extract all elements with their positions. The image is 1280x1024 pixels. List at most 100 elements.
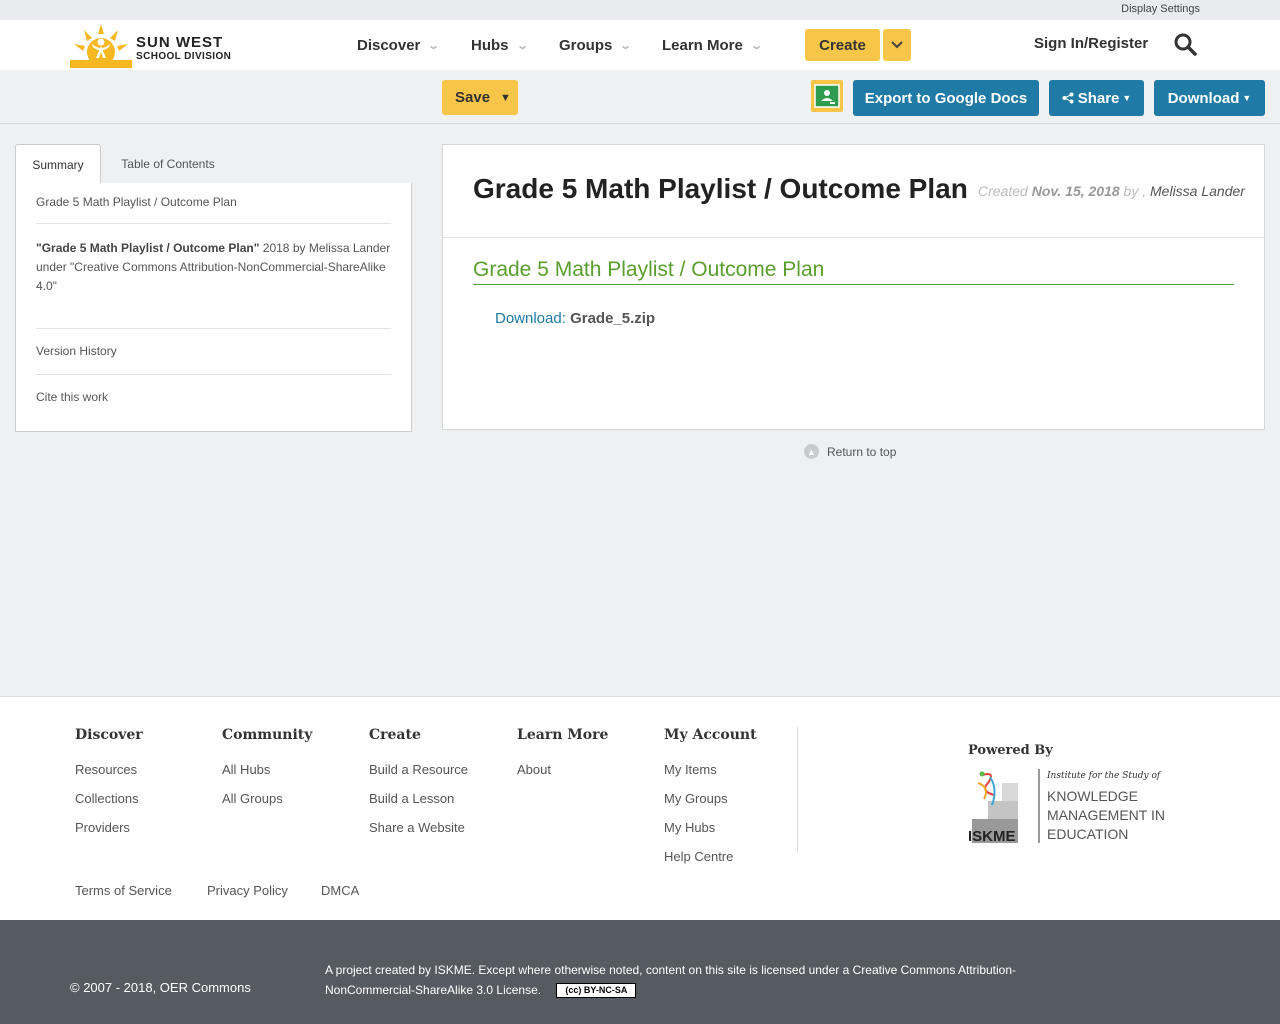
footer-link-share-website[interactable]: Share a Website bbox=[369, 813, 468, 842]
footer-column-learn-more: Learn More About bbox=[517, 727, 608, 784]
nav-discover[interactable]: Discover ⌄ bbox=[357, 20, 441, 70]
return-to-top-label: Return to top bbox=[827, 444, 897, 459]
footer-heading: Create bbox=[369, 727, 421, 743]
created-date: Nov. 15, 2018 bbox=[1031, 183, 1120, 199]
return-to-top-link[interactable]: ▲ Return to top bbox=[804, 444, 896, 459]
copyright-text: © 2007 - 2018, OER Commons bbox=[70, 980, 251, 995]
chevron-down-icon: ⌄ bbox=[427, 39, 441, 52]
chevron-down-icon: ⌄ bbox=[619, 39, 633, 52]
footer-column-community: Community All Hubs All Groups bbox=[222, 727, 312, 813]
top-utility-bar: Display Settings bbox=[0, 0, 1280, 20]
footer-heading: Discover bbox=[75, 727, 143, 743]
by-label: by , bbox=[1123, 183, 1147, 199]
tab-table-of-contents[interactable]: Table of Contents bbox=[105, 144, 231, 184]
footer-heading: My Account bbox=[664, 727, 757, 743]
share-button[interactable]: Share ▼ bbox=[1049, 80, 1144, 116]
search-icon[interactable] bbox=[1173, 32, 1197, 56]
save-button[interactable]: Save ▼ bbox=[442, 80, 518, 115]
download-button[interactable]: Download ▼ bbox=[1154, 80, 1265, 116]
download-link-label[interactable]: Download: bbox=[495, 310, 566, 327]
footer-link-my-items[interactable]: My Items bbox=[664, 755, 757, 784]
download-line: Download: Grade_5.zip bbox=[495, 310, 655, 327]
iskme-tagline: Institute for the Study of bbox=[1047, 771, 1161, 781]
caret-down-icon: ▼ bbox=[1242, 93, 1252, 103]
logo-line-1: SUN WEST bbox=[136, 34, 224, 51]
nav-discover-label: Discover bbox=[357, 36, 421, 54]
attribution-license: under "Creative Commons Attribution-NonC… bbox=[36, 260, 386, 293]
dmca-link[interactable]: DMCA bbox=[321, 883, 359, 898]
site-header: SUN WEST SCHOOL DIVISION Discover ⌄ Hubs ⌄… bbox=[0, 20, 1280, 70]
google-classroom-button[interactable] bbox=[811, 80, 843, 112]
iskme-logo[interactable]: ISKME Institute for the Study of KNOWLED… bbox=[968, 769, 1178, 849]
cite-this-work-link[interactable]: Cite this work bbox=[36, 388, 391, 407]
nav-groups[interactable]: Groups ⌄ bbox=[559, 20, 633, 70]
footer-link-resources[interactable]: Resources bbox=[75, 755, 143, 784]
footer-column-my-account: My Account My Items My Groups My Hubs He… bbox=[664, 727, 757, 871]
create-button[interactable]: Create bbox=[805, 29, 880, 61]
resource-sidebar: Summary Table of Contents Grade 5 Math P… bbox=[15, 144, 412, 432]
iskme-line-1: KNOWLEDGE bbox=[1047, 788, 1139, 804]
author-link[interactable]: Melissa Lander bbox=[1150, 183, 1245, 199]
chevron-down-icon: ⌄ bbox=[515, 39, 529, 52]
google-classroom-icon bbox=[814, 84, 840, 108]
nav-learn-more-label: Learn More bbox=[662, 36, 743, 54]
footer-link-all-hubs[interactable]: All Hubs bbox=[222, 755, 312, 784]
license-text: A project created by ISKME. Except where… bbox=[325, 963, 1017, 997]
sun-west-logo[interactable]: SUN WEST SCHOOL DIVISION bbox=[70, 22, 240, 68]
iskme-line-2: MANAGEMENT IN bbox=[1047, 807, 1165, 823]
footer-link-collections[interactable]: Collections bbox=[75, 784, 143, 813]
iskme-wordmark: KNOWLEDGE MANAGEMENT IN EDUCATION bbox=[1047, 787, 1165, 844]
footer-link-all-groups[interactable]: All Groups bbox=[222, 784, 312, 813]
divider bbox=[36, 223, 391, 224]
footer-heading: Community bbox=[222, 727, 313, 743]
divider bbox=[36, 374, 391, 375]
iskme-mark-text: ISKME bbox=[968, 828, 1016, 845]
attribution-title: "Grade 5 Math Playlist / Outcome Plan" bbox=[36, 241, 260, 255]
logo-line-2: SCHOOL DIVISION bbox=[136, 51, 232, 62]
iskme-divider bbox=[1038, 769, 1040, 843]
nav-hubs-label: Hubs bbox=[471, 36, 509, 54]
summary-title-link[interactable]: Grade 5 Math Playlist / Outcome Plan bbox=[36, 193, 391, 212]
footer-link-about[interactable]: About bbox=[517, 755, 608, 784]
download-file-name[interactable]: Grade_5.zip bbox=[570, 310, 655, 327]
footer-link-my-hubs[interactable]: My Hubs bbox=[664, 813, 757, 842]
privacy-policy-link[interactable]: Privacy Policy bbox=[207, 883, 288, 898]
attribution-author: 2018 by Melissa Lander bbox=[259, 241, 391, 255]
powered-by-label: Powered By bbox=[968, 743, 1053, 758]
created-meta: Created Nov. 15, 2018 by , Melissa Lande… bbox=[978, 183, 1245, 199]
nav-hubs[interactable]: Hubs ⌄ bbox=[471, 20, 529, 70]
display-settings-link[interactable]: Display Settings bbox=[1121, 3, 1200, 15]
summary-panel: Grade 5 Math Playlist / Outcome Plan "Gr… bbox=[15, 183, 412, 432]
license-notice: A project created by ISKME. Except where… bbox=[325, 960, 1065, 1000]
tab-summary[interactable]: Summary bbox=[15, 144, 101, 185]
footer-divider bbox=[797, 727, 798, 852]
share-button-label: Share bbox=[1077, 89, 1120, 107]
copyright-bar: © 2007 - 2018, OER Commons A project cre… bbox=[0, 920, 1280, 1024]
attribution-text: "Grade 5 Math Playlist / Outcome Plan" 2… bbox=[36, 239, 391, 296]
footer-link-help-centre[interactable]: Help Centre bbox=[664, 842, 757, 871]
divider bbox=[443, 237, 1264, 238]
nav-learn-more[interactable]: Learn More ⌄ bbox=[662, 20, 763, 70]
site-footer: Discover Resources Collections Providers… bbox=[0, 696, 1280, 920]
footer-column-create: Create Build a Resource Build a Lesson S… bbox=[369, 727, 468, 842]
nav-groups-label: Groups bbox=[559, 36, 613, 54]
export-google-docs-button[interactable]: Export to Google Docs bbox=[853, 80, 1039, 116]
chevron-down-icon: ⌄ bbox=[750, 39, 763, 52]
terms-of-service-link[interactable]: Terms of Service bbox=[75, 883, 172, 898]
footer-heading: Learn More bbox=[517, 727, 609, 743]
divider bbox=[36, 328, 391, 329]
page-title: Grade 5 Math Playlist / Outcome Plan bbox=[473, 173, 968, 204]
footer-column-discover: Discover Resources Collections Providers bbox=[75, 727, 143, 842]
sign-in-register-link[interactable]: Sign In/Register bbox=[1034, 35, 1148, 52]
share-icon bbox=[1062, 92, 1074, 104]
version-history-link[interactable]: Version History bbox=[36, 342, 391, 361]
cc-by-nc-sa-badge[interactable]: (cc) BY-NC-SA bbox=[556, 983, 637, 999]
footer-link-providers[interactable]: Providers bbox=[75, 813, 143, 842]
footer-link-build-resource[interactable]: Build a Resource bbox=[369, 755, 468, 784]
caret-down-icon: ▼ bbox=[500, 91, 511, 104]
footer-link-my-groups[interactable]: My Groups bbox=[664, 784, 757, 813]
create-dropdown-button[interactable] bbox=[883, 29, 911, 61]
created-label: Created bbox=[978, 183, 1028, 199]
footer-link-build-lesson[interactable]: Build a Lesson bbox=[369, 784, 468, 813]
section-title: Grade 5 Math Playlist / Outcome Plan bbox=[473, 258, 1234, 285]
